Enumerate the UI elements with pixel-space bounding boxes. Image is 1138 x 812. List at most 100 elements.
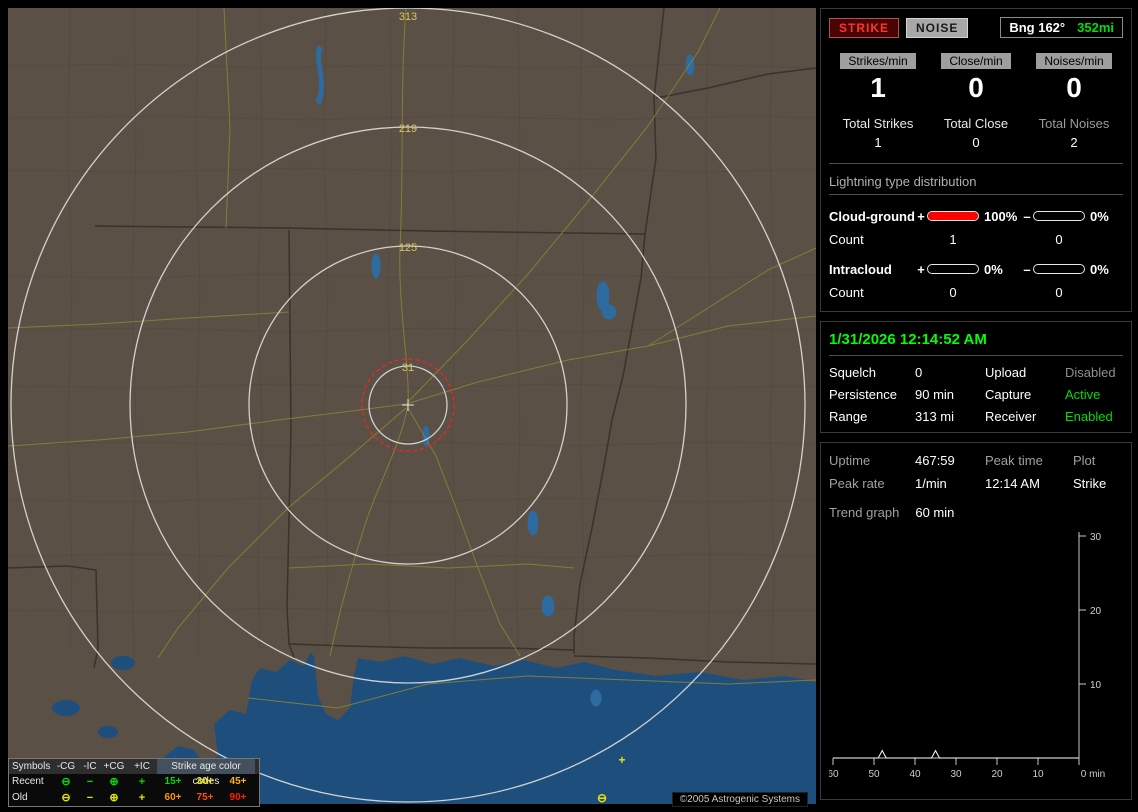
upload-label: Upload <box>985 364 1027 380</box>
copyright-notice: ©2005 Astrogenic Systems <box>671 792 808 807</box>
nexstorm-window: { "map": { "ring_labels": ["313", "219",… <box>0 0 1138 812</box>
strikes-per-min-value: 1 <box>870 72 886 103</box>
ic-negative-count: 0 <box>1055 284 1063 300</box>
legend-recent-label: Recent <box>12 776 44 787</box>
ic-count-label: Count <box>829 284 864 300</box>
x-tick-60: 60 <box>829 769 839 780</box>
bearing-distance: 352mi <box>1077 20 1114 35</box>
total-close-label: Total Close <box>943 115 1009 131</box>
ic-negative-bar <box>1033 264 1085 275</box>
total-strikes-value: 1 <box>874 134 882 150</box>
minus-sign: – <box>1023 261 1031 277</box>
trend-graph-window: 60 min <box>915 504 955 520</box>
capture-label: Capture <box>985 386 1032 402</box>
ic-positive-count: 0 <box>949 284 957 300</box>
receiver-status: Enabled <box>1065 408 1113 424</box>
legend-age-header: Strike age color codes <box>157 759 255 787</box>
minus-sign: – <box>1023 208 1031 224</box>
plot-label: Plot <box>1073 452 1096 468</box>
cg-positive-pct: 100% <box>984 208 1018 224</box>
plot-value: Strike <box>1073 475 1107 491</box>
plus-sign: + <box>917 261 925 277</box>
lightning-map[interactable]: 313 219 125 31 + ⊖ Symbols -CG -IC +CG +… <box>8 8 816 807</box>
uptime-value: 467:59 <box>915 452 955 468</box>
ic-positive-bar <box>927 264 979 275</box>
noises-per-min-header: Noises/min <box>1036 53 1112 69</box>
uptime-label: Uptime <box>829 452 871 468</box>
close-per-min-value: 0 <box>968 72 984 103</box>
distribution-title: Lightning type distribution <box>829 174 1123 195</box>
persistence-value: 90 min <box>915 386 955 402</box>
range-value: 313 mi <box>915 408 955 424</box>
ring-label-125: 125 <box>399 242 417 254</box>
recent-pos-ic-icon: + <box>138 776 146 788</box>
bearing-label: Bng 162° <box>1009 20 1066 35</box>
trend-graph: 30 20 10 60 50 40 30 20 10 0 min <box>827 531 1105 780</box>
noise-indicator[interactable]: NOISE <box>906 17 969 38</box>
age-45: 45+ <box>229 776 247 787</box>
x-tick-origin: 0 min <box>1081 769 1105 780</box>
old-pos-ic-icon: + <box>138 792 146 804</box>
squelch-value: 0 <box>915 364 923 380</box>
ic-negative-pct: 0% <box>1090 261 1109 277</box>
noises-per-min-value: 0 <box>1066 72 1082 103</box>
x-tick-50: 50 <box>868 769 880 780</box>
cg-positive-bar <box>927 211 979 222</box>
divider <box>829 354 1123 356</box>
strikes-per-min-header: Strikes/min <box>840 53 916 69</box>
divider <box>829 162 1123 164</box>
sidebar: STRIKE NOISE Bng 162° 352mi Strikes/min … <box>820 8 1132 804</box>
trend-panel: Uptime 467:59 Peak time Plot Peak rate 1… <box>820 441 1132 800</box>
ic-positive-pct: 0% <box>984 261 1003 277</box>
age-75: 75+ <box>196 792 214 803</box>
strike-indicator[interactable]: STRIKE <box>829 17 900 38</box>
current-timestamp: 1/31/2026 12:14:52 AM <box>829 330 987 348</box>
legend-col-pos-cg: +CG <box>103 761 125 772</box>
y-tick-20: 20 <box>1090 606 1102 617</box>
close-per-min-header: Close/min <box>941 53 1011 69</box>
x-tick-30: 30 <box>950 769 962 780</box>
strike-marker-old-positive: + <box>618 753 625 767</box>
x-tick-10: 10 <box>1032 769 1044 780</box>
status-panel: 1/31/2026 12:14:52 AM Squelch 0 Upload D… <box>820 320 1132 433</box>
upload-status: Disabled <box>1065 364 1116 380</box>
legend-col-neg-ic: -IC <box>83 761 97 772</box>
legend-old-label: Old <box>12 792 28 803</box>
plus-sign: + <box>917 208 925 224</box>
peak-rate-value: 1/min <box>915 475 947 491</box>
map-canvas: 313 219 125 31 + ⊖ <box>8 8 816 804</box>
squelch-label: Squelch <box>829 364 876 380</box>
strike-marker-old-negative: ⊖ <box>597 791 607 804</box>
legend-col-neg-cg: -CG <box>56 761 76 772</box>
old-neg-ic-icon: − <box>86 792 94 804</box>
total-close-value: 0 <box>972 134 980 150</box>
age-90: 90+ <box>229 792 247 803</box>
rates-panel: STRIKE NOISE Bng 162° 352mi Strikes/min … <box>820 8 1132 312</box>
cg-count-label: Count <box>829 231 864 247</box>
y-tick-30: 30 <box>1090 532 1102 543</box>
persistence-label: Persistence <box>829 386 897 402</box>
cg-negative-bar <box>1033 211 1085 222</box>
range-label: Range <box>829 408 868 424</box>
old-neg-cg-icon: ⊖ <box>61 792 71 804</box>
total-noises-label: Total Noises <box>1038 115 1110 131</box>
x-tick-20: 20 <box>991 769 1003 780</box>
old-pos-cg-icon: ⊕ <box>109 792 119 804</box>
recent-neg-ic-icon: − <box>86 776 94 788</box>
age-60: 60+ <box>164 792 182 803</box>
recent-neg-cg-icon: ⊖ <box>61 776 71 788</box>
cg-negative-pct: 0% <box>1090 208 1109 224</box>
age-30: 30+ <box>196 776 214 787</box>
total-strikes-label: Total Strikes <box>842 115 914 131</box>
intracloud-label: Intracloud <box>829 261 892 277</box>
peak-rate-label: Peak rate <box>829 475 885 491</box>
bearing-display: Bng 162° 352mi <box>1000 17 1123 38</box>
ring-label-219: 219 <box>399 123 417 135</box>
trend-graph-label: Trend graph <box>829 504 900 520</box>
trend-line-series <box>833 749 1079 759</box>
cloud-ground-label: Cloud-ground <box>829 208 915 224</box>
x-tick-40: 40 <box>909 769 921 780</box>
cg-positive-count: 1 <box>949 231 957 247</box>
y-tick-10: 10 <box>1090 680 1102 691</box>
map-legend: Symbols -CG -IC +CG +IC Strike age color… <box>8 758 260 807</box>
